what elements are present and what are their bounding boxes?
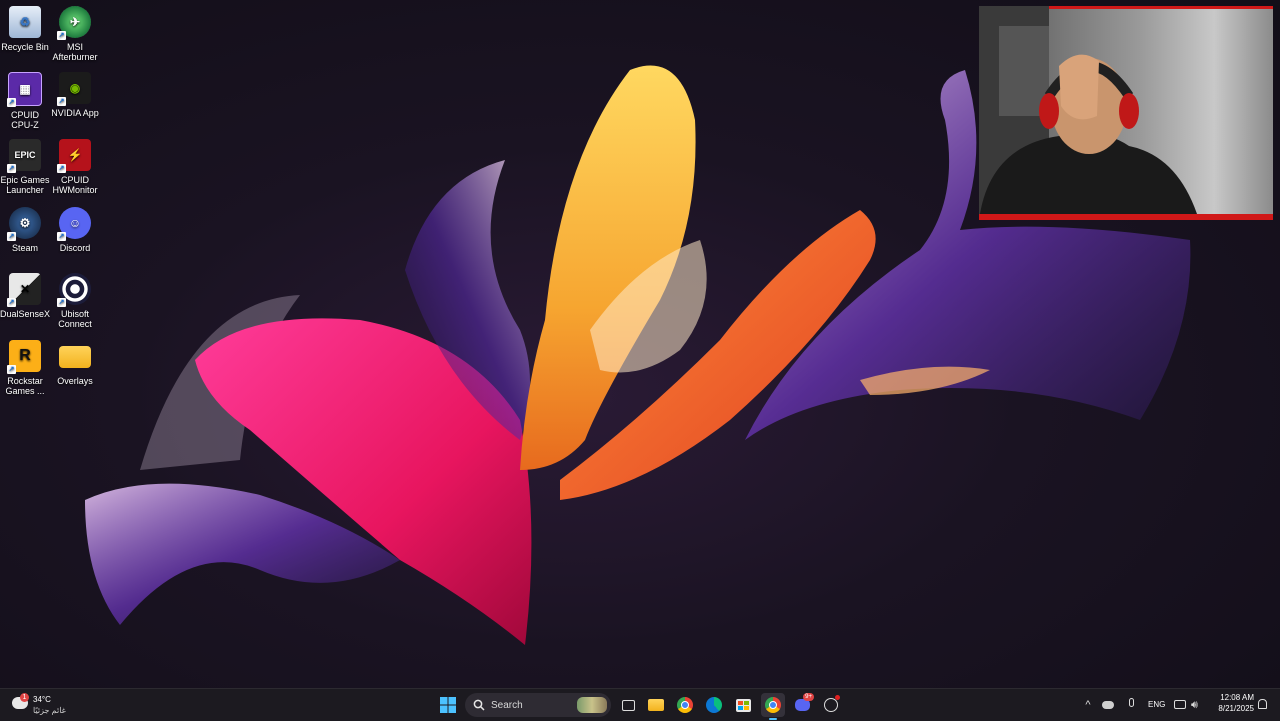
- desktop-icon-label: Epic Games Launcher: [0, 175, 50, 195]
- search-label: Search: [491, 699, 523, 711]
- shortcut-arrow-icon: ↗: [57, 31, 66, 40]
- shortcut-arrow-icon: ↗: [57, 164, 66, 173]
- shortcut-arrow-icon: ↗: [57, 232, 66, 241]
- cpu-z-icon: ▦ ↗: [7, 72, 42, 107]
- desktop-icon-overlays-folder[interactable]: Overlays: [50, 340, 100, 386]
- taskbar-search[interactable]: Search: [465, 693, 611, 717]
- shortcut-arrow-icon: ↗: [7, 164, 16, 173]
- shortcut-arrow-icon: ↗: [7, 98, 16, 107]
- onedrive-tray-button[interactable]: [1102, 698, 1116, 712]
- folder-icon: [59, 346, 91, 368]
- discord-taskbar-button[interactable]: 9+: [790, 693, 814, 717]
- chevron-up-icon: ^: [1085, 699, 1091, 711]
- folder-icon: [648, 699, 664, 711]
- desktop-icon-label: Overlays: [57, 376, 93, 386]
- shortcut-arrow-icon: ↗: [57, 298, 66, 307]
- webcam-frame-bottom: [979, 214, 1273, 220]
- microsoft-store-button[interactable]: [731, 693, 755, 717]
- network-icon: [1174, 700, 1186, 709]
- shortcut-arrow-icon: ↗: [7, 298, 16, 307]
- discord-icon: ☺ ↗: [57, 207, 91, 241]
- taskbar: 1 34°C غائم جزئيًا Search 9+ ^ ENG 🔊︎ 12…: [0, 688, 1280, 721]
- shortcut-arrow-icon: ↗: [57, 97, 66, 106]
- desktop-icon-dualsensex[interactable]: ✕ ↗ DualSenseX: [0, 273, 50, 319]
- desktop-icon-steam[interactable]: ⚙ ↗ Steam: [0, 207, 50, 253]
- hwmonitor-icon: ⚡ ↗: [57, 139, 91, 173]
- desktop-icon-recycle-bin[interactable]: ♻ Recycle Bin: [0, 6, 50, 52]
- chrome-icon: [677, 697, 693, 713]
- desktop-icon-discord[interactable]: ☺ ↗ Discord: [50, 207, 100, 253]
- shortcut-arrow-icon: ↗: [7, 232, 16, 241]
- epic-games-icon: EPIC ↗: [7, 139, 41, 173]
- desktop-icon-msi-afterburner[interactable]: ✈ ↗ MSI Afterburner: [50, 6, 100, 62]
- clock-time: 12:08 AM: [1220, 693, 1254, 702]
- desktop-icon-label: Rockstar Games ...: [5, 376, 45, 396]
- desktop-icon-nvidia-app[interactable]: ◉ ↗ NVIDIA App: [50, 72, 100, 118]
- store-icon: [735, 698, 751, 712]
- dualsensex-icon: ✕ ↗: [7, 273, 41, 307]
- desktop-icon-label: DualSenseX: [0, 309, 51, 319]
- clock[interactable]: 12:08 AM 8/21/2025: [1210, 692, 1254, 718]
- desktop-icon-label: CPUID HWMonitor: [52, 175, 98, 195]
- webcam-person: [979, 6, 1199, 220]
- clock-date: 8/21/2025: [1218, 704, 1254, 713]
- weather-widget[interactable]: 1 34°C غائم جزئيًا: [10, 693, 80, 717]
- desktop-icon-label: MSI Afterburner: [52, 42, 98, 62]
- notification-center-button[interactable]: [1256, 698, 1268, 712]
- ubisoft-icon: ↗: [57, 273, 91, 307]
- obs-button[interactable]: [819, 693, 843, 717]
- nvidia-icon: ◉ ↗: [57, 72, 91, 106]
- desktop-icon-label: Discord: [59, 243, 91, 253]
- discord-notification-badge: 9+: [803, 693, 814, 701]
- obs-icon: [824, 698, 838, 712]
- edge-button[interactable]: [702, 693, 726, 717]
- microphone-tray-button[interactable]: [1125, 697, 1137, 713]
- steam-icon: ⚙ ↗: [7, 207, 41, 241]
- desktop-icon-rockstar-games[interactable]: R ↗ Rockstar Games ...: [0, 340, 50, 396]
- volume-icon: 🔊︎: [1191, 699, 1198, 711]
- language-indicator[interactable]: ENG: [1148, 700, 1165, 709]
- weather-alert-badge: 1: [20, 693, 29, 702]
- task-view-icon: [621, 699, 635, 711]
- chrome-profile-button[interactable]: [761, 693, 785, 720]
- rockstar-icon: R ↗: [7, 340, 41, 374]
- desktop-icon-label: Ubisoft Connect: [58, 309, 92, 329]
- recording-dot-icon: [835, 695, 840, 700]
- weather-condition: غائم جزئيًا: [33, 706, 66, 715]
- desktop-icon-label: Recycle Bin: [1, 42, 49, 52]
- desktop-icon-epic-games[interactable]: EPIC ↗ Epic Games Launcher: [0, 139, 50, 195]
- desktop-icon-label: NVIDIA App: [51, 108, 99, 118]
- microphone-icon: [1128, 698, 1134, 707]
- file-explorer-button[interactable]: [644, 693, 668, 717]
- desktop-icon-ubisoft-connect[interactable]: ↗ Ubisoft Connect: [50, 273, 100, 329]
- desktop-icon-cpu-z[interactable]: ▦ ↗ CPUID CPU-Z: [0, 72, 50, 130]
- start-button[interactable]: [436, 693, 460, 717]
- shortcut-arrow-icon: ↗: [7, 365, 16, 374]
- show-hidden-icons-button[interactable]: ^: [1082, 697, 1094, 713]
- windows-logo-icon: [440, 697, 456, 713]
- cloud-icon: [1102, 701, 1114, 709]
- msi-afterburner-icon: ✈ ↗: [57, 6, 91, 40]
- search-icon: [473, 699, 485, 711]
- volume-tray-button[interactable]: 🔊︎: [1191, 697, 1205, 713]
- bell-icon: [1257, 699, 1267, 709]
- recycle-bin-icon: ♻: [9, 6, 41, 38]
- edge-icon: [706, 697, 722, 713]
- network-tray-button[interactable]: [1174, 698, 1188, 712]
- weather-temp: 34°C: [33, 695, 51, 704]
- search-highlight-image: [577, 697, 607, 713]
- desktop-icon-hwmonitor[interactable]: ⚡ ↗ CPUID HWMonitor: [50, 139, 100, 195]
- webcam-overlay: [979, 6, 1273, 220]
- chrome-button[interactable]: [673, 693, 697, 717]
- desktop-icon-label: Steam: [11, 243, 38, 253]
- chrome-profile-icon: [765, 697, 781, 713]
- task-view-button[interactable]: [616, 693, 640, 717]
- desktop-icon-label: CPUID CPU-Z: [10, 110, 39, 130]
